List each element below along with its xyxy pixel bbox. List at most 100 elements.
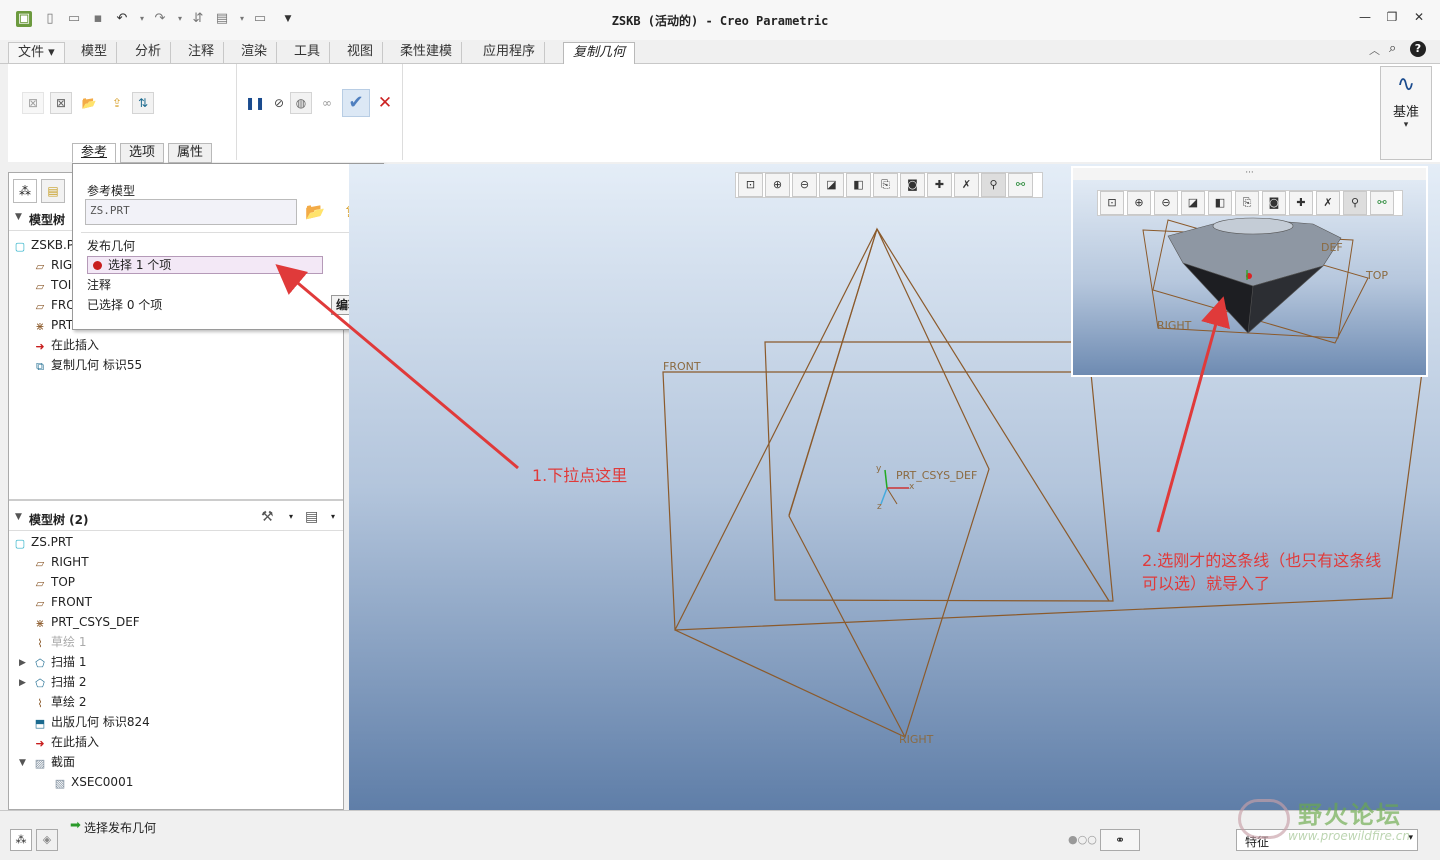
tree-item[interactable]: ▱ RIG: [33, 256, 72, 274]
tab-tools[interactable]: 工具: [285, 42, 331, 64]
tree-item[interactable]: ⬒ 出版几何 标识824: [33, 713, 150, 731]
divider: [81, 232, 373, 233]
tree-header-title: 模型树: [29, 213, 66, 227]
ref-model-label: 参考模型: [87, 184, 136, 198]
datum-plane-icon: ▱: [35, 300, 45, 313]
datum-plane-icon: ▱: [35, 280, 45, 293]
tree-item[interactable]: ▧ XSEC0001: [53, 773, 134, 791]
expand-toggle-icon[interactable]: ▼: [19, 754, 26, 772]
help-icon[interactable]: ?: [1410, 41, 1426, 57]
find-button[interactable]: ⚭: [1100, 829, 1140, 851]
confirm-check-icon[interactable]: ✔: [342, 89, 370, 117]
preview-geometry-icon[interactable]: ◍: [290, 92, 312, 114]
window-title: ZSKB (活动的) - Creo Parametric: [611, 14, 829, 28]
tree-show-dropdown-icon[interactable]: ▾: [331, 512, 335, 521]
tree-item[interactable]: ▱ RIGHT: [33, 553, 89, 571]
right-plane-outline: [788, 227, 990, 739]
tree-item-label: 草绘 1: [51, 635, 87, 649]
tree-item-label: 在此插入: [51, 338, 100, 352]
verify-icon[interactable]: ∞: [316, 92, 338, 114]
publish-only-icon[interactable]: ⊠: [50, 92, 72, 114]
binoculars-icon: ⚭: [1114, 833, 1126, 847]
tree-item[interactable]: ▱ FRONT: [33, 593, 92, 611]
tab-file[interactable]: 文件 ▾: [8, 42, 65, 64]
search-icon[interactable]: ⌕: [1389, 41, 1396, 56]
publish-geom-collector[interactable]: 选择 1 个项: [87, 256, 323, 274]
collapse-ribbon-icon[interactable]: ︿: [1369, 42, 1380, 58]
tree-item[interactable]: ▱ FRO: [33, 296, 76, 314]
expand-toggle-icon[interactable]: ▶: [19, 674, 26, 692]
tree-item-label: ZSKB.P: [31, 238, 74, 252]
progress-dots-icon: ●○○: [1068, 833, 1097, 846]
tree-item[interactable]: ⋇ PRT_CSYS_DEF: [33, 613, 139, 631]
tree-item[interactable]: ⧉ 复制几何 标识55: [33, 356, 142, 374]
minimize-icon[interactable]: —: [1356, 10, 1374, 28]
tree-item[interactable]: ⌇ 草绘 1: [33, 633, 86, 651]
tree-item[interactable]: ▱ TOI: [33, 276, 72, 294]
tree-item[interactable]: ▶ ⬠ 扫描 2: [19, 673, 87, 691]
tab-view[interactable]: 视图: [338, 42, 384, 64]
tab-render[interactable]: 渲染: [232, 42, 278, 64]
copy-geometry-dashboard: ⊠ ⊠ 📂 ⇪ ⇅ ❚❚ ⊘ ◍ ∞ ✔ ✕: [8, 64, 1440, 162]
ribbon-separator: [236, 64, 237, 160]
tree-settings-icon[interactable]: ⚒: [261, 509, 274, 525]
select-model-icon[interactable]: ⇪: [106, 92, 128, 114]
tree-item[interactable]: ⋇ PRT: [33, 316, 73, 334]
datum-dropdown-icon: ▾: [1403, 120, 1409, 130]
dependency-icon[interactable]: ⇅: [132, 92, 154, 114]
reference-model-window[interactable]: ··· ⊡ ⊕ ⊖ ◪ ◧ ⎘ ◙ ✚ ✗ ⚲ ⚯ DEF TOP RIGHT: [1071, 166, 1428, 377]
open-model-icon[interactable]: 📂: [78, 92, 100, 114]
browser-toggle-icon[interactable]: ◈: [36, 829, 58, 851]
tree-item[interactable]: ➜ 在此插入: [33, 733, 99, 751]
no-preview-icon[interactable]: ⊘: [268, 92, 290, 114]
subtab-references[interactable]: 参考: [72, 143, 117, 163]
tab-model[interactable]: 模型: [72, 42, 118, 64]
xsec-icon: ▧: [54, 777, 66, 790]
ref-model-field[interactable]: ZS.PRT: [85, 199, 297, 225]
cancel-x-icon[interactable]: ✕: [374, 92, 396, 114]
datum-group-button[interactable]: ∿ 基准 ▾: [1380, 66, 1432, 160]
tree-item[interactable]: ➜ 在此插入: [33, 336, 99, 354]
datum-plane-icon: ▱: [35, 577, 45, 590]
insert-arrow-icon: ➜: [35, 737, 45, 750]
tree-item[interactable]: ▶ ⬠ 扫描 1: [19, 653, 87, 671]
plane-edge: [674, 629, 906, 738]
front-plane-outline: [662, 371, 1423, 631]
collapse-icon[interactable]: ▼: [15, 512, 22, 522]
tree-item-label: PRT: [51, 318, 74, 332]
model-tree-tab-icon[interactable]: ⁂: [13, 179, 37, 203]
subtab-options[interactable]: 选项: [120, 143, 165, 163]
datum-curve-icon: ∿: [1396, 72, 1416, 97]
tree-item[interactable]: ▱ TOP: [33, 573, 75, 591]
folder-browser-tab-icon[interactable]: ▤: [41, 179, 65, 203]
publish-geom-icon: ⬒: [34, 717, 46, 730]
sweep-icon: ⬠: [35, 657, 45, 670]
tab-copy-geometry[interactable]: 复制几何: [563, 42, 636, 65]
tree-item-label: RIG: [51, 258, 73, 272]
tree-item[interactable]: ▢ ZS.PRT: [13, 533, 73, 551]
part-icon: ▢: [14, 537, 26, 550]
csys-icon: ⋇: [35, 320, 45, 333]
tree-item[interactable]: ▢ ZSKB.P: [13, 236, 74, 254]
collapse-icon[interactable]: ▼: [15, 212, 22, 222]
tree-item-label: 扫描 2: [51, 675, 87, 689]
expand-toggle-icon[interactable]: ▶: [19, 654, 26, 672]
tab-flexible-modeling[interactable]: 柔性建模: [391, 42, 463, 64]
tree-item[interactable]: ▼ ▨ 截面: [19, 753, 75, 771]
panel-splitter[interactable]: [9, 499, 343, 501]
tree-show-icon[interactable]: ▤: [305, 509, 318, 525]
restore-icon[interactable]: ❐: [1383, 10, 1401, 28]
external-ref-icon[interactable]: ⊠: [22, 92, 44, 114]
navigator-toggle-icon[interactable]: ⁂: [10, 829, 32, 851]
pause-icon[interactable]: ❚❚: [244, 92, 266, 114]
open-model-icon[interactable]: 📂: [305, 202, 325, 221]
tree-settings-dropdown-icon[interactable]: ▾: [289, 512, 293, 521]
tree-item-label: 扫描 1: [51, 655, 87, 669]
ribbon-separator: [402, 64, 403, 160]
tree-item[interactable]: ⌇ 草绘 2: [33, 693, 86, 711]
tab-analysis[interactable]: 分析: [126, 42, 172, 64]
tab-annotate[interactable]: 注释: [179, 42, 225, 64]
close-icon[interactable]: ✕: [1410, 10, 1428, 28]
subtab-properties[interactable]: 属性: [168, 143, 213, 163]
tab-applications[interactable]: 应用程序: [474, 42, 546, 64]
